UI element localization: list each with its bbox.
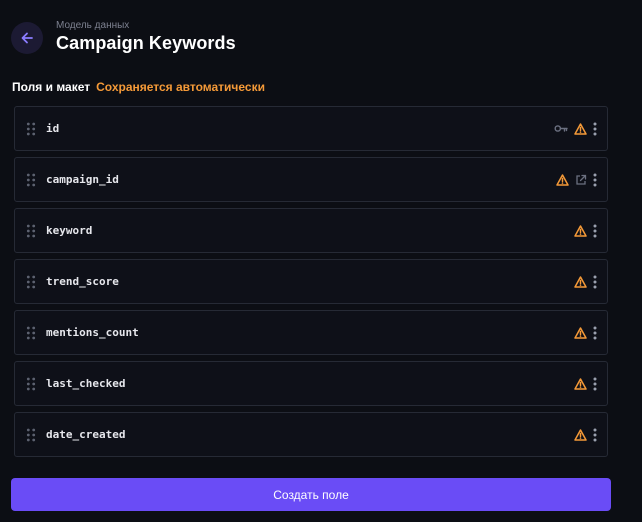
more-vertical-icon[interactable] — [593, 275, 597, 289]
field-row-actions — [574, 260, 597, 303]
more-vertical-icon[interactable] — [593, 173, 597, 187]
field-row-actions — [574, 209, 597, 252]
drag-handle-icon[interactable] — [26, 326, 36, 340]
field-row[interactable]: keyword — [14, 208, 608, 253]
field-row[interactable]: last_checked — [14, 361, 608, 406]
field-row-actions — [556, 158, 597, 201]
field-name: id — [46, 122, 60, 135]
field-name: mentions_count — [46, 326, 139, 339]
field-name: last_checked — [46, 377, 126, 390]
drag-handle-icon[interactable] — [26, 275, 36, 289]
title-block: Модель данных Campaign Keywords — [56, 19, 236, 54]
external-link-icon[interactable] — [575, 174, 587, 186]
field-row[interactable]: id — [14, 106, 608, 151]
field-name: date_created — [46, 428, 126, 441]
header: Модель данных Campaign Keywords — [11, 19, 236, 55]
drag-handle-icon[interactable] — [26, 122, 36, 136]
warning-icon — [574, 122, 587, 135]
drag-handle-icon[interactable] — [26, 173, 36, 187]
drag-handle-icon[interactable] — [26, 377, 36, 391]
section-header: Поля и макет Сохраняется автоматически — [12, 80, 265, 94]
field-row-actions — [574, 362, 597, 405]
warning-icon — [574, 224, 587, 237]
more-vertical-icon[interactable] — [593, 428, 597, 442]
field-row-actions — [554, 107, 597, 150]
warning-icon — [574, 428, 587, 441]
more-vertical-icon[interactable] — [593, 122, 597, 136]
more-vertical-icon[interactable] — [593, 326, 597, 340]
key-icon — [554, 124, 568, 133]
breadcrumb: Модель данных — [56, 19, 130, 31]
warning-icon — [574, 275, 587, 288]
drag-handle-icon[interactable] — [26, 224, 36, 238]
section-label: Поля и макет — [12, 80, 91, 94]
more-vertical-icon[interactable] — [593, 224, 597, 238]
field-name: trend_score — [46, 275, 119, 288]
create-field-button[interactable]: Создать поле — [11, 478, 611, 511]
field-row[interactable]: campaign_id — [14, 157, 608, 202]
field-row[interactable]: date_created — [14, 412, 608, 457]
field-row-actions — [574, 413, 597, 456]
back-button[interactable] — [11, 22, 43, 54]
field-row[interactable]: trend_score — [14, 259, 608, 304]
warning-icon — [574, 326, 587, 339]
field-row-actions — [574, 311, 597, 354]
field-row[interactable]: mentions_count — [14, 310, 608, 355]
field-name: campaign_id — [46, 173, 119, 186]
drag-handle-icon[interactable] — [26, 428, 36, 442]
field-list: id campaign_idkeyword trend_score mentions_… — [14, 106, 608, 463]
warning-icon — [574, 377, 587, 390]
autosave-status: Сохраняется автоматически — [96, 80, 265, 94]
arrow-left-icon — [20, 31, 34, 45]
more-vertical-icon[interactable] — [593, 377, 597, 391]
warning-icon — [556, 173, 569, 186]
page-title: Campaign Keywords — [56, 32, 236, 53]
field-name: keyword — [46, 224, 93, 237]
